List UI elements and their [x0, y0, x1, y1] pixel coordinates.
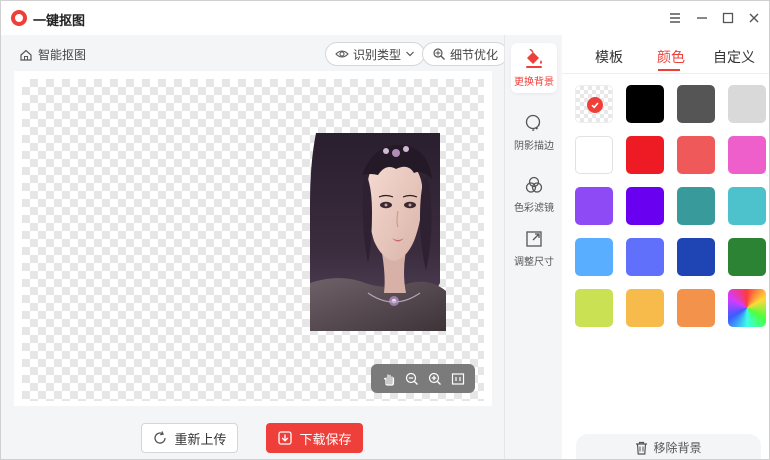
- eye-icon: [335, 50, 349, 58]
- swatch-navy[interactable]: [677, 238, 715, 276]
- magnify-sparkle-icon: [433, 48, 445, 60]
- swatch-dark-gray[interactable]: [677, 85, 715, 123]
- zoom-out-icon: [405, 372, 418, 385]
- reupload-label: 重新上传: [174, 432, 227, 448]
- swatch-lime[interactable]: [575, 289, 613, 327]
- tab-template[interactable]: 模板: [595, 47, 623, 67]
- selected-check-icon: [587, 97, 603, 113]
- app-logo-icon: [11, 10, 27, 26]
- reupload-button[interactable]: 重新上传: [141, 423, 238, 453]
- tool-sidebar: 更换背景 阴影描边 色彩滤镜 调整尺寸: [504, 35, 562, 459]
- swatch-orange[interactable]: [677, 289, 715, 327]
- portrait-cutout-image[interactable]: [310, 133, 446, 331]
- detail-optimize-button[interactable]: 细节优化: [422, 42, 509, 66]
- tool-change-background[interactable]: 更换背景: [511, 43, 557, 93]
- remove-background-label: 移除背景: [653, 441, 702, 455]
- menu-button[interactable]: [664, 8, 686, 28]
- trash-icon: [636, 441, 648, 455]
- swatch-coral[interactable]: [677, 136, 715, 174]
- swatch-pink[interactable]: [728, 136, 766, 174]
- fit-screen-icon: [451, 372, 464, 385]
- hand-icon: [383, 373, 394, 386]
- minimize-icon: [697, 17, 707, 19]
- swatch-black[interactable]: [626, 85, 664, 123]
- swatch-violet[interactable]: [626, 187, 664, 225]
- tool-resize[interactable]: 调整尺寸: [511, 223, 557, 273]
- download-save-button[interactable]: 下载保存: [266, 423, 363, 453]
- recognize-type-label: 识别类型: [353, 47, 402, 62]
- zoom-toolbar: [371, 364, 475, 393]
- color-filter-icon: [525, 176, 543, 193]
- canvas-area: [14, 71, 492, 406]
- detail-optimize-label: 细节优化: [450, 47, 499, 62]
- minimize-button[interactable]: [691, 8, 713, 28]
- menu-icon: [670, 13, 680, 23]
- tool-resize-label: 调整尺寸: [514, 256, 554, 268]
- zoom-in-icon: [428, 372, 441, 385]
- remove-background-button[interactable]: 移除背景: [576, 434, 761, 459]
- download-save-label: 下载保存: [299, 432, 352, 448]
- zoom-out-button[interactable]: [403, 370, 421, 388]
- breadcrumb-label: 智能抠图: [38, 48, 87, 62]
- tab-divider: [562, 73, 769, 74]
- maximize-button[interactable]: [717, 8, 739, 28]
- swatch-amber[interactable]: [626, 289, 664, 327]
- title-bar: 一键抠图: [1, 1, 769, 35]
- tool-shadow-outline[interactable]: 阴影描边: [511, 107, 557, 157]
- swatch-transparent[interactable]: [575, 85, 613, 123]
- app-window: 一键抠图 智能抠图 识别类型 细节优化 重新上传 下载保存 更换背景 阴影描边 …: [0, 0, 770, 460]
- swatch-rainbow[interactable]: [728, 289, 766, 327]
- swatch-teal[interactable]: [677, 187, 715, 225]
- transparent-canvas[interactable]: [22, 79, 484, 401]
- close-button[interactable]: [743, 8, 765, 28]
- home-icon: [20, 49, 32, 61]
- tab-custom[interactable]: 自定义: [713, 47, 755, 67]
- tab-color[interactable]: 颜色: [657, 47, 685, 67]
- breadcrumb[interactable]: 智能抠图: [19, 46, 86, 63]
- swatch-white[interactable]: [575, 136, 613, 174]
- swatch-red[interactable]: [626, 136, 664, 174]
- zoom-in-button[interactable]: [426, 370, 444, 388]
- tool-color-filter-label: 色彩滤镜: [514, 202, 554, 214]
- fit-screen-button[interactable]: [449, 370, 467, 388]
- swatch-periwinkle[interactable]: [626, 238, 664, 276]
- background-panel: 模板 颜色 自定义: [562, 35, 769, 459]
- resize-icon: [526, 230, 542, 247]
- refresh-icon: [154, 431, 167, 444]
- tool-shadow-outline-label: 阴影描边: [514, 140, 554, 152]
- maximize-icon: [722, 12, 734, 24]
- app-title: 一键抠图: [33, 14, 86, 29]
- tool-change-background-label: 更换背景: [514, 76, 554, 88]
- shadow-outline-icon: [525, 114, 541, 131]
- swatch-cyan[interactable]: [728, 187, 766, 225]
- swatch-green[interactable]: [728, 238, 766, 276]
- swatch-sky-blue[interactable]: [575, 238, 613, 276]
- swatch-purple[interactable]: [575, 187, 613, 225]
- hand-tool-button[interactable]: [380, 370, 398, 388]
- download-icon: [278, 431, 293, 445]
- close-icon: [749, 13, 759, 23]
- tool-color-filter[interactable]: 色彩滤镜: [511, 169, 557, 219]
- recognize-type-dropdown[interactable]: 识别类型: [325, 42, 426, 66]
- chevron-down-icon: [406, 51, 414, 57]
- paint-bucket-icon: [526, 48, 542, 68]
- active-tab-indicator: [658, 69, 680, 71]
- swatch-light-gray[interactable]: [728, 85, 766, 123]
